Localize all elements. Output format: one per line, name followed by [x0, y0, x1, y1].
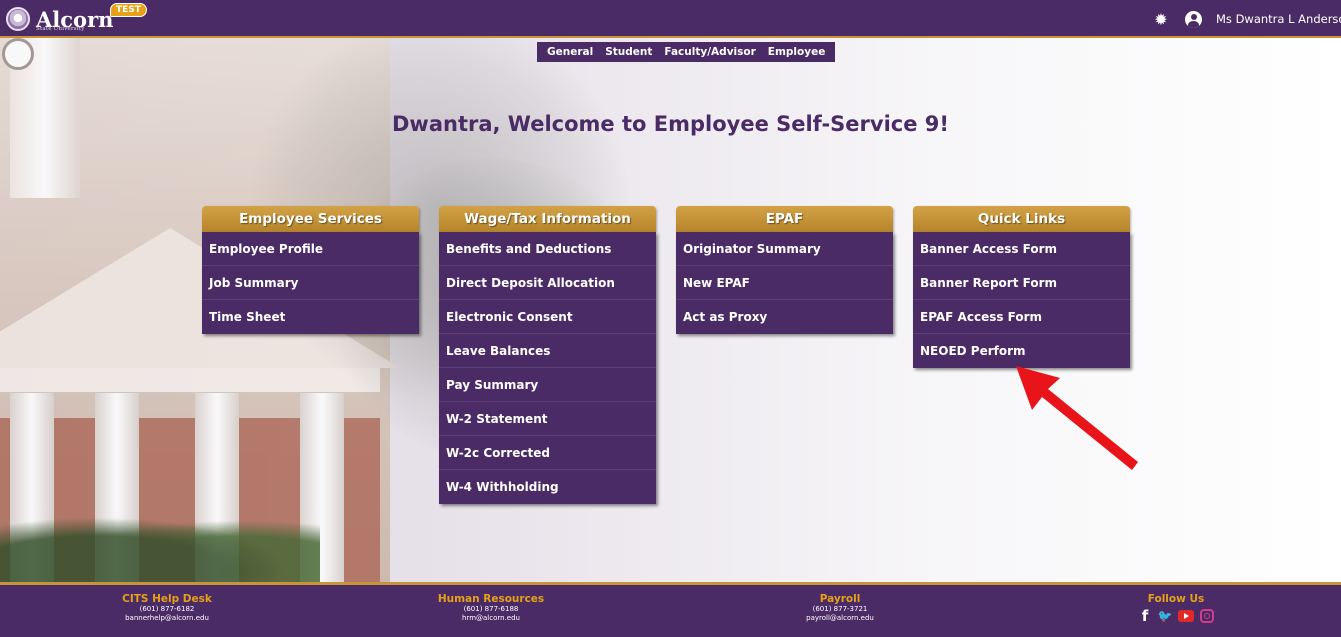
clock-icon: [2, 38, 34, 70]
link-new-epaf[interactable]: New EPAF: [676, 266, 893, 300]
card-quick-links: Quick Links Banner Access Form Banner Re…: [913, 206, 1130, 368]
social-links: f 🐦: [1086, 607, 1266, 625]
youtube-icon[interactable]: [1178, 610, 1194, 622]
footer-cits-help-desk: CITS Help Desk (601) 877-6182 bannerhelp…: [77, 593, 257, 623]
card-menu: Employee Profile Job Summary Time Sheet: [202, 232, 419, 334]
card-title: Wage/Tax Information: [439, 206, 656, 232]
card-menu: Benefits and Deductions Direct Deposit A…: [439, 232, 656, 504]
user-name[interactable]: Ms Dwantra L Anderson: [1216, 12, 1341, 26]
footer-cits-email[interactable]: bannerhelp@alcorn.edu: [77, 614, 257, 623]
tab-general[interactable]: General: [541, 42, 599, 62]
footer-payroll-title: Payroll: [819, 593, 861, 605]
link-w2-statement[interactable]: W-2 Statement: [439, 402, 656, 436]
tab-faculty-advisor[interactable]: Faculty/Advisor: [658, 42, 761, 62]
footer: CITS Help Desk (601) 877-6182 bannerhelp…: [0, 582, 1341, 637]
link-benefits-and-deductions[interactable]: Benefits and Deductions: [439, 232, 656, 266]
gear-icon[interactable]: ✹: [1149, 7, 1173, 31]
link-job-summary[interactable]: Job Summary: [202, 266, 419, 300]
footer-payroll-phone: (601) 877-3721: [812, 605, 868, 613]
facebook-icon[interactable]: f: [1138, 607, 1152, 625]
link-banner-report-form[interactable]: Banner Report Form: [913, 266, 1130, 300]
header-user-area: ✹ Ms Dwantra L Anderson: [1149, 0, 1341, 38]
instagram-icon[interactable]: [1200, 609, 1214, 623]
role-tabs: General Student Faculty/Advisor Employee: [537, 42, 836, 62]
university-seal-icon: [6, 7, 30, 31]
card-title: EPAF: [676, 206, 893, 232]
card-title: Quick Links: [913, 206, 1130, 232]
link-employee-profile[interactable]: Employee Profile: [202, 232, 419, 266]
link-leave-balances[interactable]: Leave Balances: [439, 334, 656, 368]
card-menu: Originator Summary New EPAF Act as Proxy: [676, 232, 893, 334]
card-wage-tax-information: Wage/Tax Information Benefits and Deduct…: [439, 206, 656, 504]
welcome-title: Dwantra, Welcome to Employee Self-Servic…: [392, 112, 949, 136]
link-banner-access-form[interactable]: Banner Access Form: [913, 232, 1130, 266]
building-cornice: [0, 368, 380, 395]
card-menu: Banner Access Form Banner Report Form EP…: [913, 232, 1130, 368]
footer-payroll-email[interactable]: payroll@alcorn.edu: [750, 614, 930, 623]
footer-cits-title: CITS Help Desk: [122, 593, 212, 605]
footer-hr-phone: (601) 877-6188: [463, 605, 519, 613]
link-pay-summary[interactable]: Pay Summary: [439, 368, 656, 402]
test-badge: TEST: [110, 3, 147, 17]
annotation-arrow-icon: [1016, 366, 1138, 470]
link-direct-deposit-allocation[interactable]: Direct Deposit Allocation: [439, 266, 656, 300]
link-w4-withholding[interactable]: W-4 Withholding: [439, 470, 656, 504]
tab-employee[interactable]: Employee: [762, 42, 832, 62]
card-employee-services: Employee Services Employee Profile Job S…: [202, 206, 419, 334]
link-act-as-proxy[interactable]: Act as Proxy: [676, 300, 893, 334]
footer-cits-phone: (601) 877-6182: [139, 605, 195, 613]
footer-follow-us: Follow Us f 🐦: [1086, 593, 1266, 625]
card-title: Employee Services: [202, 206, 419, 232]
logo-subtext: State University: [36, 26, 85, 32]
link-time-sheet[interactable]: Time Sheet: [202, 300, 419, 334]
footer-human-resources: Human Resources (601) 877-6188 hrm@alcor…: [401, 593, 581, 623]
footer-follow-title: Follow Us: [1147, 593, 1205, 605]
tab-student[interactable]: Student: [599, 42, 658, 62]
user-icon[interactable]: [1185, 10, 1202, 28]
link-epaf-access-form[interactable]: EPAF Access Form: [913, 300, 1130, 334]
top-header: Alcorn State University TEST ✹ Ms Dwantr…: [0, 0, 1341, 38]
footer-hr-email[interactable]: hrm@alcorn.edu: [401, 614, 581, 623]
link-originator-summary[interactable]: Originator Summary: [676, 232, 893, 266]
card-epaf: EPAF Originator Summary New EPAF Act as …: [676, 206, 893, 334]
footer-payroll: Payroll (601) 877-3721 payroll@alcorn.ed…: [750, 593, 930, 623]
link-w2c-corrected[interactable]: W-2c Corrected: [439, 436, 656, 470]
shrubs: [0, 508, 320, 582]
footer-hr-title: Human Resources: [437, 593, 545, 605]
twitter-icon[interactable]: 🐦: [1158, 609, 1173, 623]
link-electronic-consent[interactable]: Electronic Consent: [439, 300, 656, 334]
